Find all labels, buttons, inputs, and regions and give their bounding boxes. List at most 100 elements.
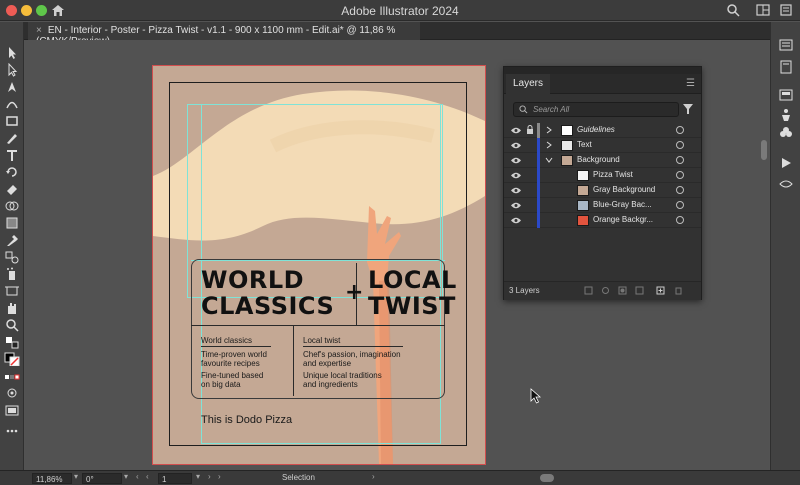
blend-tool-icon[interactable] — [4, 250, 20, 264]
layers-panel-header: Layers ☰ — [504, 74, 701, 94]
swap-fill-stroke-icon[interactable] — [4, 335, 20, 349]
image-trace-panel-icon[interactable] — [778, 88, 794, 102]
layer-target-icon[interactable] — [676, 201, 684, 209]
eyedropper-tool-icon[interactable] — [4, 233, 20, 247]
libraries-panel-icon[interactable] — [778, 60, 794, 74]
filter-icon[interactable] — [682, 103, 694, 115]
layer-thumbnail — [577, 200, 589, 211]
document-tab[interactable]: × EN - Interior - Poster - Pizza Twist - … — [28, 22, 420, 47]
rectangle-tool-icon[interactable] — [4, 114, 20, 128]
card-divider-horizontal — [191, 325, 445, 326]
left-column-title: World classics — [201, 336, 252, 345]
vertical-scrollbar[interactable] — [761, 140, 767, 160]
visibility-eye-icon[interactable] — [511, 171, 521, 180]
layers-panel: Layers ☰ Search All Guidelines Text Back… — [503, 66, 702, 300]
layer-target-icon[interactable] — [676, 186, 684, 194]
sublayer-row-pizza-twist[interactable]: Pizza Twist — [504, 168, 701, 183]
visibility-eye-icon[interactable] — [511, 141, 521, 150]
share-icon[interactable] — [779, 3, 793, 17]
pencil-tool-icon[interactable] — [4, 131, 20, 145]
rotate-tool-icon[interactable] — [4, 165, 20, 179]
headline-plus: + — [345, 280, 364, 305]
layer-target-icon[interactable] — [676, 126, 684, 134]
sublayer-row-blue-gray-background[interactable]: Blue-Gray Bac... — [504, 198, 701, 213]
last-artboard-icon[interactable]: › — [218, 472, 221, 481]
visibility-eye-icon[interactable] — [511, 186, 521, 195]
layer-target-icon[interactable] — [676, 141, 684, 149]
status-chevron-icon[interactable]: › — [372, 472, 375, 481]
chevron-right-icon[interactable] — [545, 141, 553, 149]
screen-mode-icon[interactable] — [4, 403, 20, 417]
symbols-panel-icon[interactable] — [778, 126, 794, 140]
layers-tab[interactable]: Layers — [506, 74, 551, 94]
shape-builder-tool-icon[interactable] — [4, 199, 20, 213]
layer-target-icon[interactable] — [676, 171, 684, 179]
visibility-eye-icon[interactable] — [511, 216, 521, 225]
sublayer-row-orange-background[interactable]: Orange Backgr... — [504, 213, 701, 228]
previous-artboard-icon[interactable]: ‹ — [136, 472, 139, 481]
artboard-tool-icon[interactable] — [4, 284, 20, 298]
visibility-eye-icon[interactable] — [511, 126, 521, 135]
next-artboard-icon[interactable]: › — [208, 472, 211, 481]
layer-target-icon[interactable] — [676, 216, 684, 224]
brushes-panel-icon[interactable] — [778, 177, 794, 191]
pen-tool-icon[interactable] — [4, 80, 20, 94]
horizontal-scrollbar[interactable] — [540, 474, 554, 482]
gradient-tool-icon[interactable] — [4, 216, 20, 230]
visibility-eye-icon[interactable] — [511, 201, 521, 210]
puppet-panel-icon[interactable] — [778, 108, 794, 122]
chevron-right-icon[interactable] — [545, 126, 553, 134]
chevron-down-icon[interactable] — [545, 156, 553, 164]
chevron-down-icon[interactable]: ▾ — [124, 472, 128, 481]
headline-left-line2: CLASSICS — [201, 292, 335, 320]
layer-color-bar — [537, 183, 540, 198]
artboard[interactable]: WORLD CLASSICS + LOCAL TWIST World class… — [152, 65, 486, 465]
fill-stroke-swatch-icon[interactable] — [4, 352, 20, 366]
first-artboard-icon[interactable]: ‹ — [146, 472, 149, 481]
make-clipping-mask-icon[interactable] — [618, 286, 627, 295]
layer-row-guidelines[interactable]: Guidelines — [504, 123, 701, 138]
sublayer-row-gray-background[interactable]: Gray Background — [504, 183, 701, 198]
lock-icon[interactable] — [526, 125, 534, 135]
new-layer-icon[interactable] — [656, 286, 665, 295]
selection-tool-icon[interactable] — [4, 46, 20, 60]
visibility-eye-icon[interactable] — [511, 156, 521, 165]
panel-drag-strip[interactable] — [504, 67, 701, 74]
layer-row-text[interactable]: Text — [504, 138, 701, 153]
zoom-level-field[interactable]: 11,86% — [32, 473, 72, 484]
more-tools-icon[interactable] — [4, 424, 20, 438]
zoom-tool-icon[interactable] — [4, 318, 20, 332]
type-tool-icon[interactable] — [4, 148, 20, 162]
draw-mode-icon[interactable] — [4, 386, 20, 400]
layers-search-input[interactable]: Search All — [513, 102, 679, 117]
delete-layer-icon[interactable] — [674, 286, 683, 295]
layer-row-background[interactable]: Background — [504, 153, 701, 168]
direct-selection-tool-icon[interactable] — [4, 63, 20, 77]
layer-name: Text — [577, 140, 592, 149]
export-icon[interactable] — [584, 286, 593, 295]
right-column-rule — [303, 346, 403, 347]
hand-tool-icon[interactable] — [4, 301, 20, 315]
layer-target-icon[interactable] — [676, 156, 684, 164]
layer-thumbnail — [577, 215, 589, 226]
title-bar: Adobe Illustrator 2024 — [0, 0, 800, 21]
create-sublayer-icon[interactable] — [635, 286, 644, 295]
actions-play-icon[interactable] — [778, 156, 794, 170]
curvature-tool-icon[interactable] — [4, 97, 20, 111]
workspace-layout-icon[interactable] — [756, 3, 770, 17]
mouse-cursor — [530, 388, 542, 404]
app-title: Adobe Illustrator 2024 — [341, 4, 459, 18]
panel-menu-icon[interactable]: ☰ — [686, 78, 695, 89]
symbol-sprayer-tool-icon[interactable] — [4, 267, 20, 281]
chevron-down-icon[interactable]: ▾ — [196, 472, 200, 481]
properties-panel-icon[interactable] — [778, 38, 794, 52]
search-icon[interactable] — [726, 3, 740, 17]
search-placeholder: Search All — [533, 105, 570, 114]
eraser-tool-icon[interactable] — [4, 182, 20, 196]
chevron-down-icon[interactable]: ▾ — [74, 472, 78, 481]
close-tab-icon[interactable]: × — [36, 25, 42, 36]
rotation-field[interactable]: 0° — [82, 473, 122, 484]
color-mode-icon[interactable] — [4, 371, 20, 385]
locate-object-icon[interactable] — [601, 286, 610, 295]
artboard-number-field[interactable]: 1 — [158, 473, 192, 484]
